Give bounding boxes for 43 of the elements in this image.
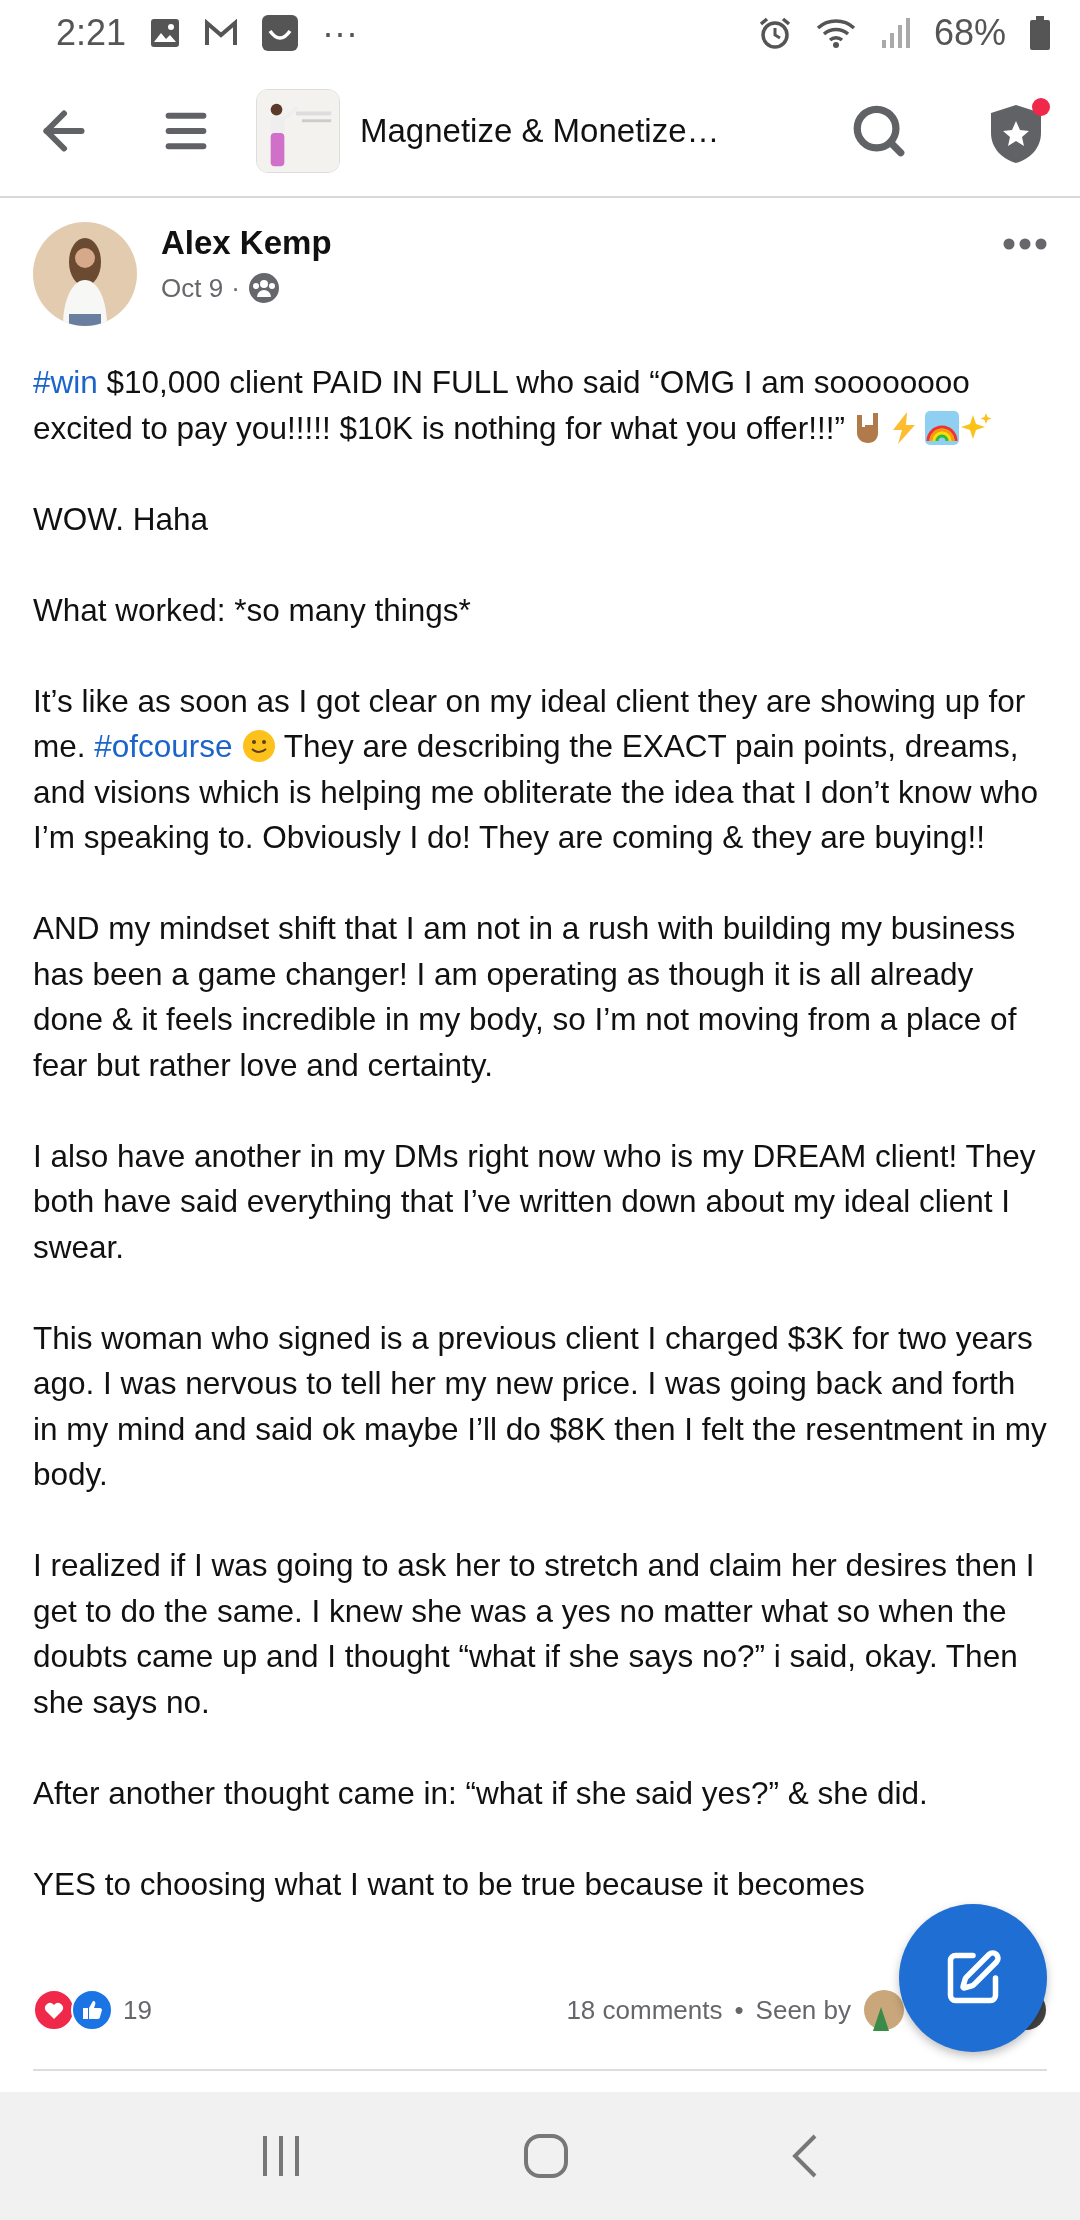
seen-by-label[interactable]: Seen by xyxy=(755,1994,851,2026)
admin-shield-button[interactable] xyxy=(990,98,1050,164)
smiley-emoji xyxy=(241,729,276,763)
post-paragraph: It’s like as soon as I got clear on my ideal client they are showing up for me. #ofcourse They are describing the EXACT pain points, dreams, and visions which is helping me obliterate the idea that I don’t know who I’m speaking to. Obviously I do! They are coming & they are buying!! xyxy=(33,681,1040,857)
more-icon xyxy=(1003,238,1047,250)
post-paragraph: #win $10,000 client PAID IN FULL who said “OMG I am soooooooo excited to pay you!!!!! $10K is nothing for what you offer!!!” xyxy=(33,360,1047,451)
post-paragraph: I also have another in my DMs right now who is my DREAM client! They both have said everything that I’ve written down about my ideal client I swear. xyxy=(33,1136,1037,1267)
image-icon xyxy=(150,18,181,48)
home-icon[interactable] xyxy=(524,2134,568,2178)
more-options-button[interactable] xyxy=(1003,238,1047,250)
compose-button[interactable] xyxy=(899,1904,1047,2052)
post-paragraph: I realized if I was going to ask her to stretch and claim her desires then I get to do the same. I knew she was a yes no matter what so when the doubts came up and I thought “what if she says no?” i said, okay. Then she says no. xyxy=(33,1546,1036,1722)
post-date[interactable]: Oct 9 xyxy=(161,272,224,304)
post-paragraph: AND my mindset shift that I am not in a rush with building my business has been a game changer! I am operating as though it is all already done & it feels incredible in my body, so I’m not moving from a place of fear but rather love and certainty. xyxy=(33,909,1018,1085)
back-icon[interactable] xyxy=(790,2134,819,2178)
post-paragraph: This woman who signed is a previous client I charged $3K for two years ago. I was nervous to tell her my new price. I was going back and forth in my mind and said ok maybe I’ll do $8K then I felt the resentment in my body. xyxy=(33,1318,1047,1494)
post-paragraph: WOW. Haha xyxy=(33,499,210,539)
group-title: Magnetize & Monetize… xyxy=(360,112,721,150)
battery-icon xyxy=(1030,16,1050,50)
alarm-icon xyxy=(757,16,792,50)
separator-dot: • xyxy=(734,1994,744,2026)
post-paragraph: YES to choosing what I want to be true because it becomes xyxy=(33,1864,866,1904)
mail-icon xyxy=(204,19,239,47)
recent-apps-icon[interactable] xyxy=(261,2134,302,2178)
post-paragraph: What worked: *so many things* xyxy=(33,590,472,630)
smile-app-icon xyxy=(262,15,299,51)
status-time: 2:21 xyxy=(56,12,127,54)
hashtag-link[interactable]: #win xyxy=(33,364,98,400)
wifi-icon xyxy=(815,16,856,50)
shield-star-icon xyxy=(990,104,1042,164)
comments-count[interactable]: 18 comments xyxy=(566,1994,723,2026)
rainbow-emoji xyxy=(924,410,959,445)
signal-icon xyxy=(879,16,910,50)
heart-reaction-icon xyxy=(33,1989,75,2031)
like-reaction-icon xyxy=(71,1989,113,2031)
reaction-count[interactable]: 19 xyxy=(123,1994,152,2026)
author-name[interactable]: Alex Kemp xyxy=(161,224,979,262)
more-notifications-indicator: ··· xyxy=(322,12,359,54)
post-paragraph: After another thought came in: “what if she said yes?” & she did. xyxy=(33,1773,929,1813)
hashtag-link[interactable]: #ofcourse xyxy=(94,728,233,764)
battery-percentage: 68% xyxy=(933,12,1006,54)
group-members-icon xyxy=(247,272,280,304)
separator-dot: · xyxy=(231,272,240,304)
